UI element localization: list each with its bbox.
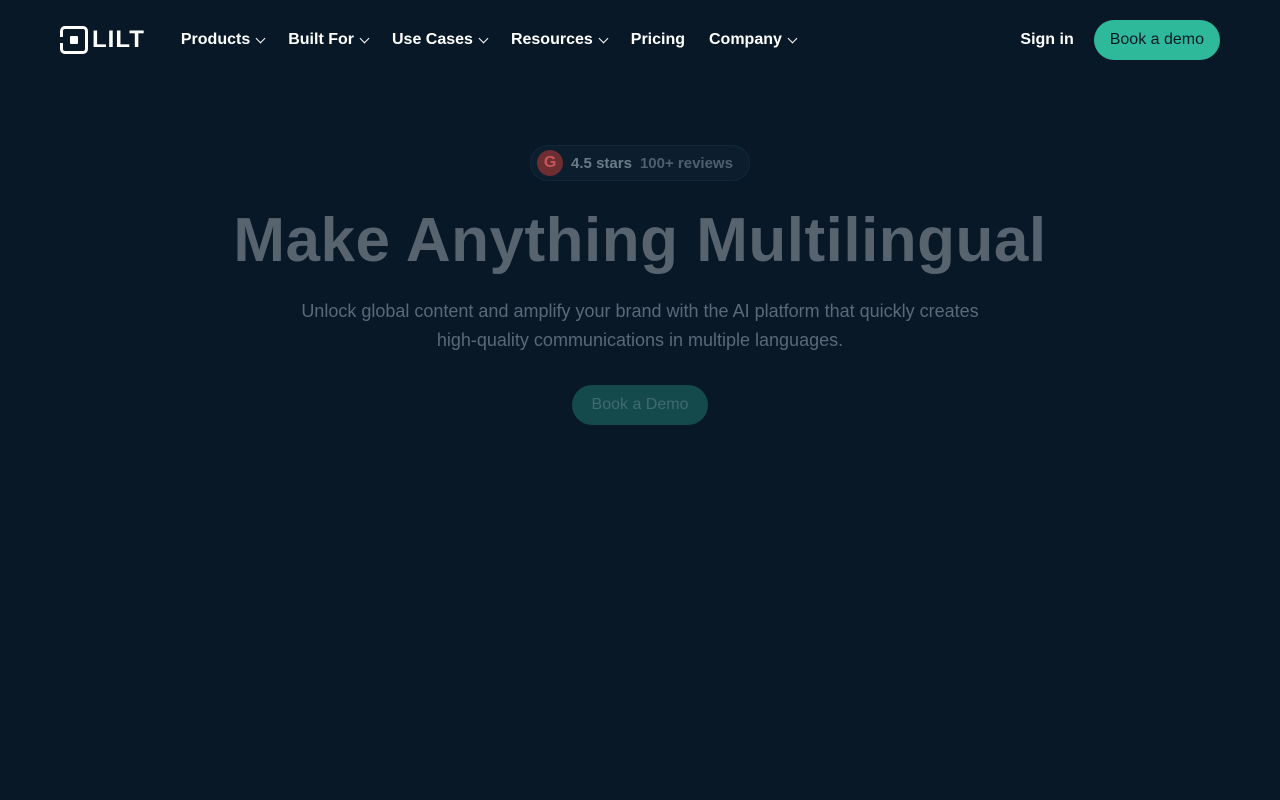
nav-item-built-for[interactable]: Built For [288,31,370,49]
logo-text: LILT [92,26,145,53]
nav-item-pricing[interactable]: Pricing [631,31,685,49]
nav-item-label: Resources [510,31,593,48]
hero-section: G 4.5 stars 100+ reviews Make Anything M… [0,145,1280,425]
nav-item-label: Pricing [630,31,685,48]
nav-item-label: Company [709,31,782,48]
chevron-down-icon [359,33,370,43]
header-actions: Sign in Book a demo [1020,20,1220,60]
g2-icon: G [537,150,564,176]
main-nav: Products Built For Use Cases Resources P… [181,31,820,49]
nav-item-label: Products [180,31,251,48]
hero-subtitle: Unlock global content and amplify your b… [301,301,979,350]
sign-in-link[interactable]: Sign in [1020,31,1073,49]
nav-item-products[interactable]: Products [180,31,266,49]
book-demo-button[interactable]: Book a demo [1093,20,1220,60]
rating-badge[interactable]: G 4.5 stars 100+ reviews [530,145,750,181]
chevron-down-icon [255,33,266,43]
nav-item-label: Built For [288,31,354,48]
chevron-down-icon [478,33,489,43]
lilt-logo[interactable]: LILT [60,26,145,54]
hero-headline: Make Anything Multilingual [233,206,1047,275]
hero-book-demo-button[interactable]: Book a Demo [571,385,709,425]
site-header: LILT Products Built For Use Cases Resour… [0,0,1280,80]
chevron-down-icon [598,33,609,43]
chevron-down-icon [787,33,798,43]
nav-item-resources[interactable]: Resources [510,31,609,49]
page: LILT Products Built For Use Cases Resour… [0,0,1280,800]
rating-stars: 4.5 stars [571,154,632,172]
nav-item-company[interactable]: Company [709,31,798,49]
nav-item-use-cases[interactable]: Use Cases [391,31,489,49]
lilt-logo-icon [60,26,88,54]
rating-reviews: 100+ reviews [639,154,733,172]
nav-item-label: Use Cases [391,31,473,48]
